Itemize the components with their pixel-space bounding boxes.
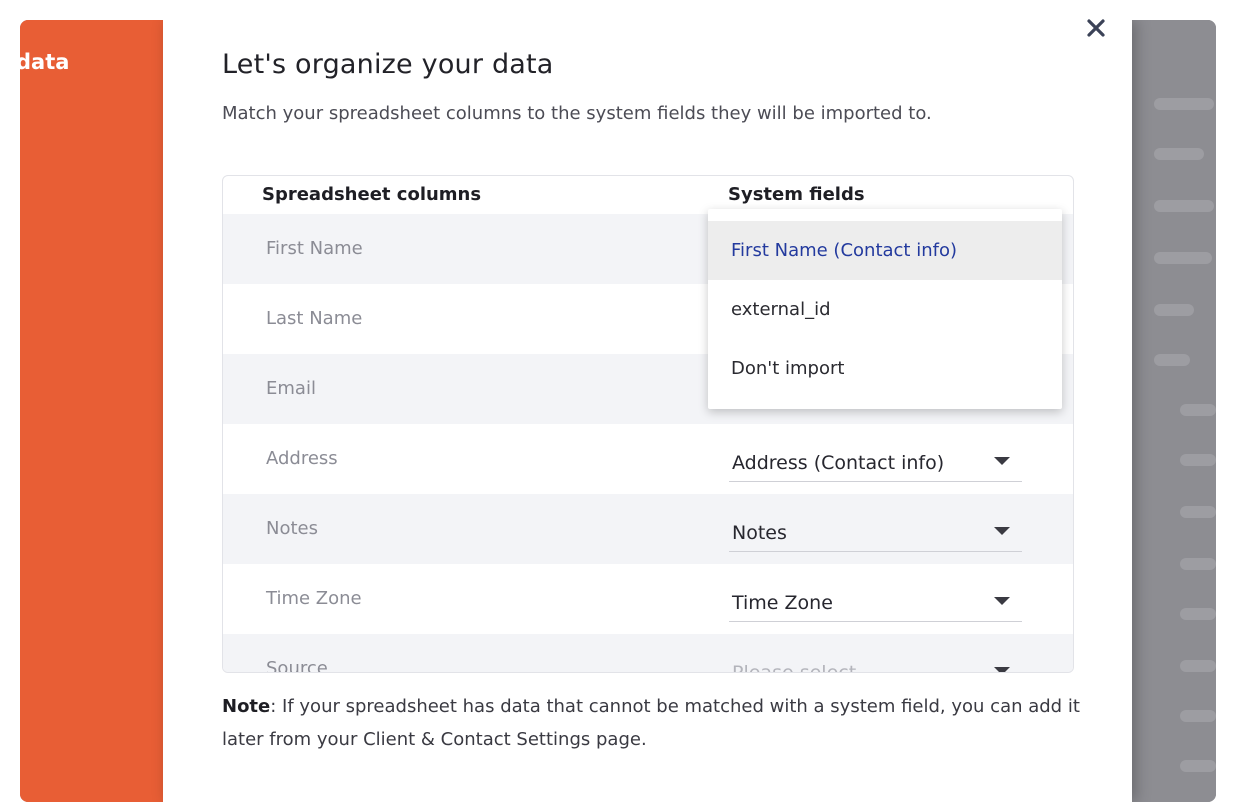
dropdown-option[interactable]: Don't import (708, 339, 1062, 398)
column-name: Last Name (266, 308, 363, 329)
column-name: Email (266, 378, 316, 399)
select-value: Notes (732, 522, 787, 544)
header-spreadsheet-columns: Spreadsheet columns (262, 184, 482, 205)
column-name: Source (266, 658, 328, 673)
modal-title: Let's organize your data (222, 49, 554, 80)
import-note: Note: If your spreadsheet has data that … (222, 690, 1082, 756)
caret-down-icon (994, 667, 1010, 672)
table-row: Source Please select (223, 634, 1073, 673)
close-icon[interactable] (1086, 18, 1106, 38)
header-system-fields: System fields (728, 184, 865, 205)
dropdown-option[interactable]: First Name (Contact info) (708, 221, 1062, 280)
dropdown-option[interactable]: external_id (708, 280, 1062, 339)
table-row: Address Address (Contact info) (223, 424, 1073, 494)
modal-subtitle: Match your spreadsheet columns to the sy… (222, 103, 932, 124)
column-name: Address (266, 448, 338, 469)
background-panel (1132, 20, 1216, 802)
select-value: Please select (732, 662, 857, 673)
column-name: Notes (266, 518, 318, 539)
field-select-time-zone[interactable]: Time Zone (729, 580, 1022, 622)
select-value: Time Zone (732, 592, 833, 614)
sidebar-label: data (20, 50, 70, 74)
caret-down-icon (994, 527, 1010, 535)
select-value: Address (Contact info) (732, 452, 945, 474)
field-select-notes[interactable]: Notes (729, 510, 1022, 552)
sidebar: data (20, 20, 163, 802)
caret-down-icon (994, 597, 1010, 605)
note-label: Note (222, 696, 271, 717)
field-dropdown-menu: First Name (Contact info) external_id Do… (708, 209, 1062, 409)
field-select-address[interactable]: Address (Contact info) (729, 440, 1022, 482)
note-text: : If your spreadsheet has data that cann… (222, 696, 1080, 750)
table-row: Notes Notes (223, 494, 1073, 564)
table-row: Time Zone Time Zone (223, 564, 1073, 634)
column-name: First Name (266, 238, 363, 259)
column-name: Time Zone (266, 588, 362, 609)
field-select-source[interactable]: Please select (729, 650, 1022, 673)
caret-down-icon (994, 457, 1010, 465)
